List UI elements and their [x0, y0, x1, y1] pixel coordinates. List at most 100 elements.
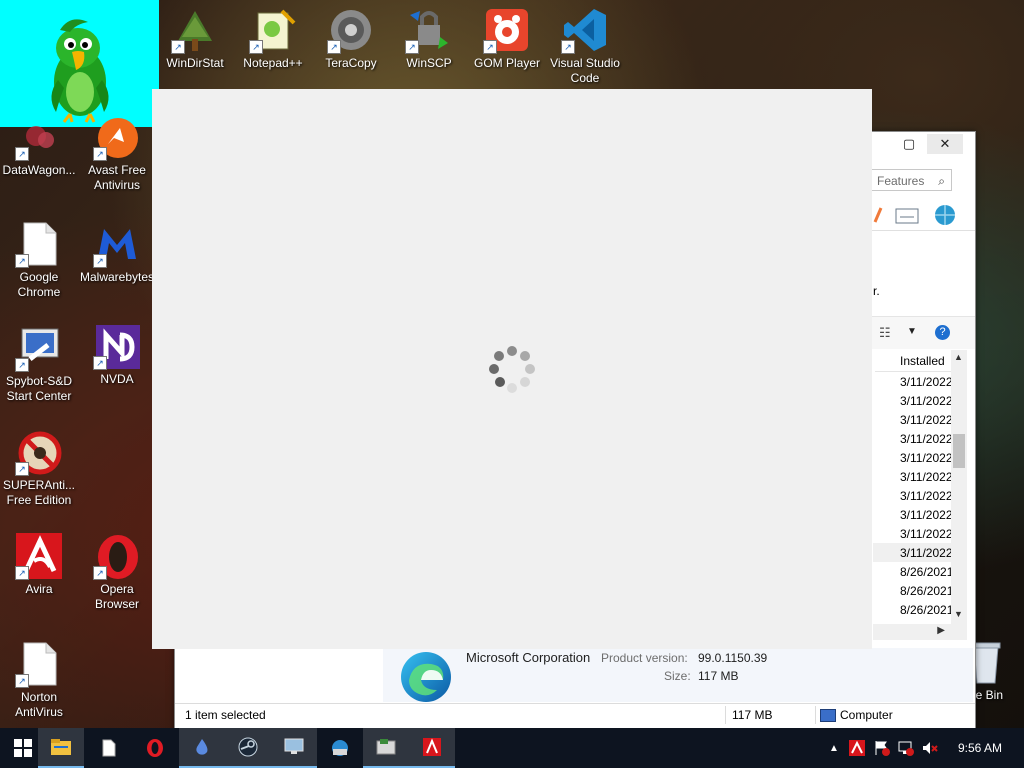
- help-icon[interactable]: ?: [935, 325, 950, 340]
- desktop-icon-notepadplusplus[interactable]: ↗ Notepad++: [234, 6, 312, 71]
- desktop-icon-winscp[interactable]: ↗ WinSCP: [390, 6, 468, 71]
- maximize-button[interactable]: ▢: [891, 134, 927, 154]
- close-button[interactable]: ✕: [927, 134, 963, 154]
- taskbar-avira[interactable]: [409, 728, 455, 768]
- file-explorer-icon: [51, 739, 71, 755]
- installed-date-cell: 3/11/2022: [900, 375, 952, 389]
- shortcut-arrow-icon: ↗: [93, 254, 107, 268]
- network-error-icon[interactable]: [898, 740, 914, 756]
- installed-date-cell: 8/26/2021: [900, 584, 952, 598]
- globe-icon[interactable]: [933, 204, 957, 229]
- desktop-icon-avast[interactable]: ↗ Avast Free Antivirus: [78, 113, 156, 193]
- status-bar: 1 item selected 117 MB Computer: [175, 703, 975, 726]
- installed-date-cell: 3/11/2022: [900, 432, 952, 446]
- desktop-icon-label: Google Chrome: [17, 270, 61, 299]
- desktop-icon-label: Spybot-S&D Start Center: [5, 374, 73, 403]
- windows-start-icon: [14, 739, 32, 757]
- desktop-icon-label: Avira: [25, 582, 53, 596]
- shortcut-arrow-icon: ↗: [15, 462, 29, 476]
- desktop-icon-label: Malwarebytes: [79, 270, 155, 284]
- desktop-icon-gom-player[interactable]: ↗ GOM Player: [468, 6, 546, 71]
- shortcut-arrow-icon: ↗: [15, 674, 29, 688]
- publisher-name: Microsoft Corporation: [466, 650, 591, 665]
- taskbar-file-explorer[interactable]: [38, 728, 84, 768]
- desktop-icon-label: Opera Browser: [94, 582, 139, 611]
- loading-window[interactable]: [152, 89, 872, 649]
- monitor-app-icon: [284, 738, 304, 754]
- installed-date-cell: 8/26/2021: [900, 565, 952, 579]
- scroll-up-arrow[interactable]: ▲: [954, 352, 963, 362]
- desktop-icon-nvda[interactable]: ↗ NVDA: [78, 322, 156, 387]
- desktop-icon-norton[interactable]: ↗ Norton AntiVirus: [0, 640, 78, 720]
- desktop-icon-label: TeraCopy: [325, 56, 377, 70]
- desktop-icon-vscode[interactable]: ↗ Visual Studio Code: [546, 6, 624, 86]
- desktop-icon-label: GOM Player: [473, 56, 540, 70]
- vertical-scrollbar[interactable]: ▲ ▼: [951, 350, 967, 624]
- installed-date-cell: 3/11/2022: [900, 508, 952, 522]
- desktop-icon-superantispyware[interactable]: ↗ SUPERAnti... Free Edition: [0, 428, 78, 508]
- desktop-icon-label: Notepad++: [243, 56, 303, 70]
- scroll-right-arrow[interactable]: ▶: [937, 625, 945, 636]
- desktop-icon-datawagon[interactable]: ↗ DataWagon...: [0, 113, 78, 178]
- product-version-value: 99.0.1150.39: [698, 651, 768, 665]
- shortcut-arrow-icon: ↗: [93, 566, 107, 580]
- desktop-icon-label: WinSCP: [406, 56, 452, 70]
- blank-document-icon: [102, 739, 116, 757]
- view-dropdown-icon[interactable]: ▼: [907, 326, 917, 337]
- opera-icon: [147, 739, 163, 757]
- taskbar-steam[interactable]: [225, 728, 271, 768]
- computer-icon: [820, 709, 836, 722]
- taskbar-water-drop-app[interactable]: [179, 728, 225, 768]
- view-options-icon[interactable]: ☷: [879, 325, 891, 341]
- shortcut-arrow-icon: ↗: [405, 40, 419, 54]
- installed-date-cell: 3/11/2022: [900, 451, 952, 465]
- column-header-installed-on[interactable]: Installed: [875, 350, 955, 372]
- avira-icon: [423, 738, 441, 756]
- shortcut-arrow-icon: ↗: [15, 358, 29, 372]
- volume-muted-icon[interactable]: [922, 740, 938, 756]
- steam-icon: [238, 737, 258, 757]
- email-icon[interactable]: [895, 208, 919, 227]
- taskbar-blank-document[interactable]: [86, 728, 132, 768]
- desktop-icon-teracopy[interactable]: ↗ TeraCopy: [312, 6, 390, 71]
- desktop-icon-spybot[interactable]: ↗ Spybot-S&D Start Center: [0, 324, 78, 404]
- scroll-down-arrow[interactable]: ▼: [954, 609, 963, 619]
- installed-date-cell: 3/11/2022: [900, 413, 952, 427]
- status-divider: [815, 706, 816, 724]
- flag-error-icon[interactable]: [874, 740, 890, 756]
- shortcut-arrow-icon: ↗: [93, 356, 107, 370]
- programs-features-icon: [376, 739, 396, 755]
- desktop-icon-opera[interactable]: ↗ Opera Browser: [78, 532, 156, 612]
- status-location: Computer: [840, 708, 893, 722]
- installed-date-cell: 3/11/2022: [900, 470, 952, 484]
- taskbar-monitor-app[interactable]: [271, 728, 317, 768]
- search-input[interactable]: Features ⌕: [870, 169, 952, 191]
- shortcut-arrow-icon: ↗: [561, 40, 575, 54]
- desktop-icon-avira[interactable]: ↗ Avira: [0, 532, 78, 597]
- pencil-icon[interactable]: [873, 206, 883, 224]
- parrot-icon: [51, 19, 109, 123]
- shortcut-arrow-icon: ↗: [15, 566, 29, 580]
- parrot-desktop-widget: [0, 0, 159, 127]
- desktop-icon-windirstat[interactable]: ↗ WinDirStat: [156, 6, 234, 71]
- installed-date-cell: 3/11/2022: [900, 394, 952, 408]
- taskbar-opera[interactable]: [132, 728, 178, 768]
- installed-date-cell: 3/11/2022: [900, 546, 952, 560]
- desktop-icon-label: NVDA: [100, 372, 134, 386]
- desktop-icon-label: Avast Free Antivirus: [88, 163, 146, 192]
- taskbar-programs-features[interactable]: [363, 728, 409, 768]
- scrollbar-thumb[interactable]: [953, 434, 965, 468]
- shortcut-arrow-icon: ↗: [483, 40, 497, 54]
- installed-date-cell: 8/26/2021: [900, 603, 952, 617]
- shortcut-arrow-icon: ↗: [93, 147, 107, 161]
- desktop-icon-google-chrome[interactable]: ↗ Google Chrome: [0, 220, 78, 300]
- taskbar-clock[interactable]: 9:56 AM: [950, 728, 1010, 768]
- desktop-icon-malwarebytes[interactable]: ↗ Malwarebytes: [78, 220, 156, 285]
- shortcut-arrow-icon: ↗: [15, 254, 29, 268]
- taskbar-edge-setup[interactable]: [317, 728, 363, 768]
- status-divider: [725, 706, 726, 724]
- selection-count: 1 item selected: [185, 708, 266, 722]
- avira-tray-icon[interactable]: [849, 740, 865, 756]
- show-hidden-icons-chevron[interactable]: ▲: [826, 740, 842, 756]
- horizontal-scrollbar[interactable]: ▶: [873, 624, 967, 640]
